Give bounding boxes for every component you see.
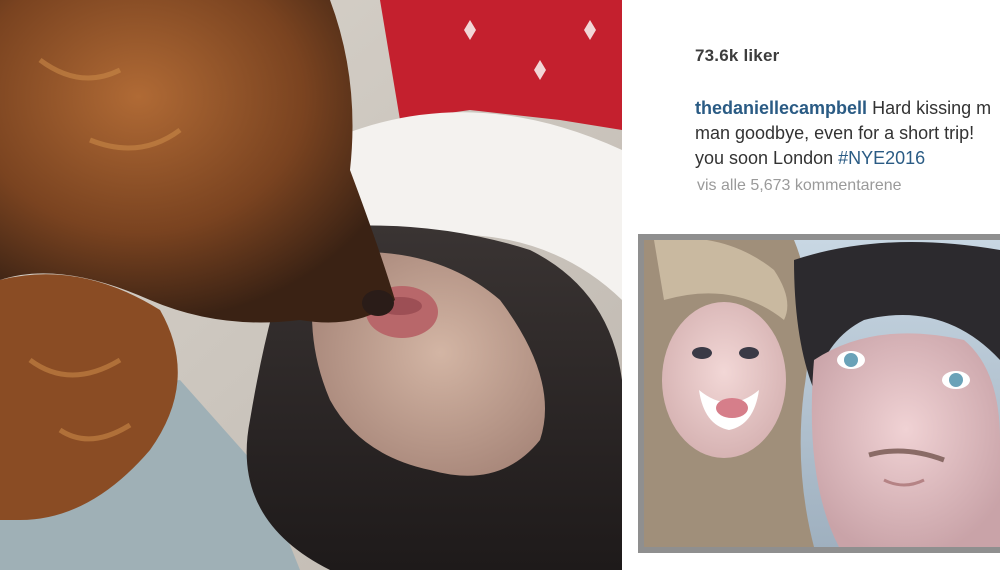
hashtag-link[interactable]: #NYE2016	[838, 148, 925, 168]
post-caption: thedaniellecampbell Hard kissing m man g…	[695, 96, 1000, 172]
post-photo[interactable]	[0, 0, 622, 570]
caption-text-3: you soon London	[695, 148, 839, 168]
post-photo-graphic	[0, 0, 622, 570]
caption-username-link[interactable]: thedaniellecampbell	[695, 98, 867, 118]
caption-text-1: Hard kissing m	[867, 98, 992, 118]
caption-line-1: thedaniellecampbell Hard kissing m	[695, 96, 1000, 121]
likes-count: 73.6k liker	[695, 46, 780, 65]
view-all-comments-link[interactable]: vis alle 5,673 kommentarene	[697, 177, 902, 195]
inset-photo-graphic	[644, 240, 1000, 547]
inset-photo[interactable]	[638, 234, 1000, 553]
caption-line-3: you soon London #NYE2016	[695, 146, 1000, 171]
caption-line-2: man goodbye, even for a short trip!	[695, 123, 975, 143]
